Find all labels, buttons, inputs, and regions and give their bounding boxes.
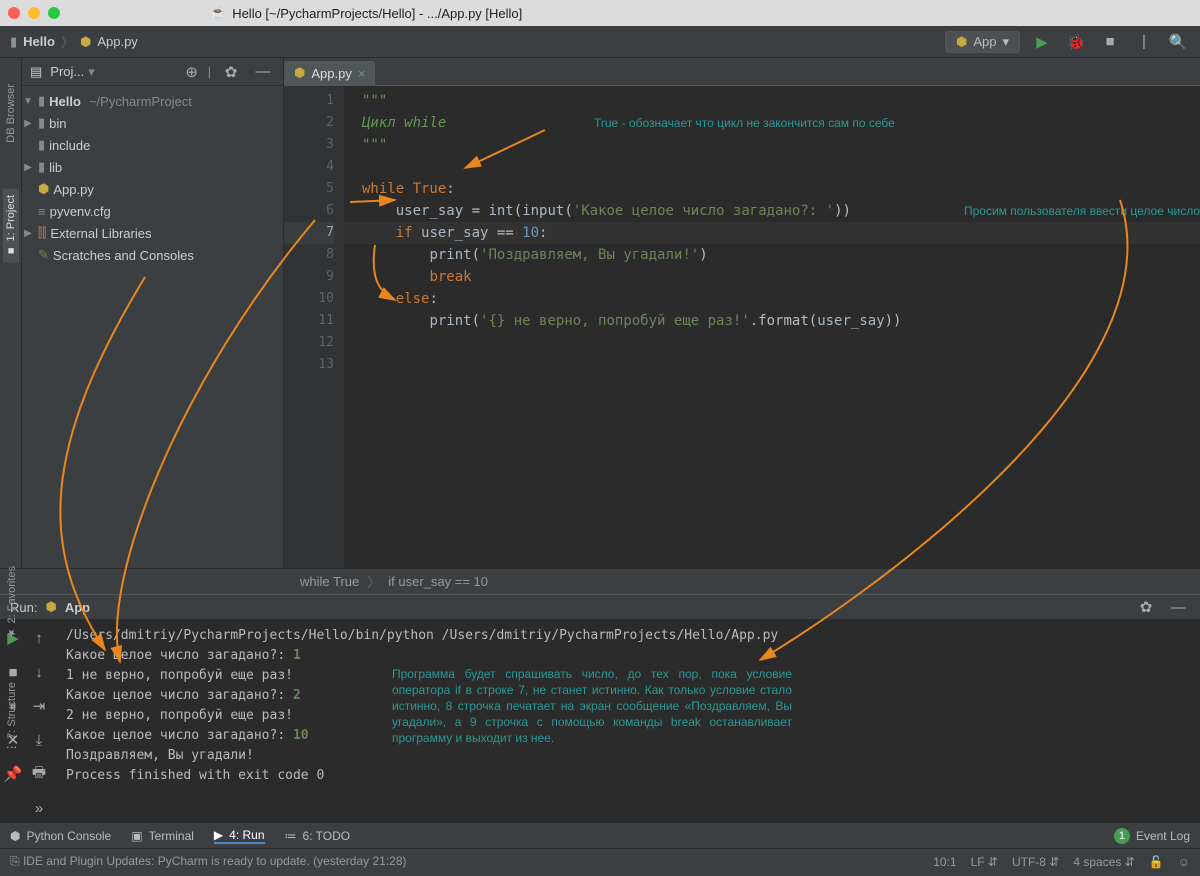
maximize-window[interactable] — [48, 7, 60, 19]
status-icon: ⎘ — [10, 854, 20, 868]
status-bar: ⎘ IDE and Plugin Updates: PyCharm is rea… — [0, 848, 1200, 874]
sidebar-dropdown-chevron[interactable]: ▾ — [88, 64, 95, 80]
terminal-tab[interactable]: ▣Terminal — [131, 829, 194, 843]
console-line: /Users/dmitriy/PycharmProjects/Hello/bin… — [66, 626, 1186, 646]
tab-label: App.py — [311, 66, 351, 81]
tree-file[interactable]: ⬢ App.py — [22, 178, 283, 200]
badge: 1 — [1114, 828, 1130, 844]
python-icon: ⬢ — [956, 34, 967, 50]
tree-scratches[interactable]: ✎ Scratches and Consoles — [22, 244, 283, 266]
window-title: Hello [~/PycharmProjects/Hello] - .../Ap… — [232, 6, 522, 21]
sidebar-title: Proj... — [50, 64, 84, 79]
collapse-icon[interactable]: — — [251, 60, 275, 84]
code-lines[interactable]: """ Цикл while """ while True: user_say … — [344, 86, 1200, 568]
run-button[interactable]: ▶ — [1030, 30, 1054, 54]
breadcrumb[interactable]: ▮ Hello 〉 ⬢ App.py — [10, 32, 138, 51]
event-log-tab[interactable]: 1Event Log — [1114, 828, 1190, 844]
python-console-tab[interactable]: ⬢Python Console — [10, 829, 111, 843]
tree-external[interactable]: ▶⫿⫿ External Libraries — [22, 222, 283, 244]
structure-tab[interactable]: ⋮ 7: Structure — [3, 676, 20, 759]
left-tool-strip: DB Browser ■ 1: Project — [0, 58, 22, 568]
editor-tab[interactable]: ⬢ App.py × — [284, 61, 375, 85]
app-icon: ☕ — [210, 5, 226, 21]
db-browser-tab[interactable]: DB Browser — [3, 78, 19, 149]
console-line: Process finished with exit code 0 — [66, 766, 1186, 786]
wrap-icon[interactable]: ⇥ — [27, 694, 51, 718]
project-sidebar: ▤ Proj... ▾ ⊕ | ✿ — ▼▮ Hello~/PycharmPro… — [22, 58, 284, 568]
search-button[interactable]: 🔍 — [1166, 30, 1190, 54]
tree-folder[interactable]: ▶▮ bin — [22, 112, 283, 134]
debug-button[interactable]: 🐞 — [1064, 30, 1088, 54]
console-line: Поздравляем, Вы угадали! — [66, 746, 1186, 766]
gear-icon[interactable]: ✿ — [1134, 595, 1158, 619]
tree-folder[interactable]: ▶▮ lib — [22, 156, 283, 178]
console-output[interactable]: /Users/dmitriy/PycharmProjects/Hello/bin… — [52, 620, 1200, 826]
title-bar: ☕ Hello [~/PycharmProjects/Hello] - .../… — [0, 0, 1200, 26]
down-icon[interactable]: ↓ — [27, 660, 51, 684]
code-breadcrumb[interactable]: while True 〉 if user_say == 10 — [0, 568, 1200, 594]
close-tab-icon[interactable]: × — [358, 66, 366, 81]
crumb-item[interactable]: if user_say == 10 — [388, 574, 488, 589]
tree-file[interactable]: ≡ pyvenv.cfg — [22, 200, 283, 222]
python-icon: ⬢ — [45, 599, 56, 615]
console-line: Какое целое число загадано?: 1 — [66, 646, 1186, 666]
run-config-label: App — [65, 600, 90, 615]
pin-icon[interactable]: 📌 — [1, 762, 25, 786]
line-separator[interactable]: LF ⇵ — [971, 855, 998, 869]
status-message[interactable]: IDE and Plugin Updates: PyCharm is ready… — [23, 854, 407, 868]
up-icon[interactable]: ↑ — [27, 626, 51, 650]
run-tool-window: Run: ⬢ App ✿ — ▶ ■ ⏸ ✕ 📌 ↑ ↓ ⇥ — [0, 594, 1200, 822]
todo-tab[interactable]: ≔6: TODO — [285, 829, 351, 843]
project-tab[interactable]: ■ 1: Project — [3, 189, 19, 263]
annotation: Просим пользователя ввести целое число — [964, 200, 1200, 222]
annotation: True - обозначает что цикл не закончится… — [594, 112, 895, 134]
gear-icon[interactable]: ✿ — [219, 60, 243, 84]
encoding[interactable]: UTF-8 ⇵ — [1012, 855, 1059, 869]
navigation-bar: ▮ Hello 〉 ⬢ App.py ⬢ App ▾ ▶ 🐞 ■ | 🔍 — [0, 26, 1200, 58]
run-tab[interactable]: ▶4: Run — [214, 828, 265, 844]
python-icon: ⬢ — [294, 65, 305, 81]
minimize-window[interactable] — [28, 7, 40, 19]
breadcrumb-separator: 〉 — [61, 32, 74, 51]
tree-folder[interactable]: ▮ include — [22, 134, 283, 156]
play-icon: ▶ — [214, 828, 223, 842]
stop-button[interactable]: ■ — [1098, 30, 1122, 54]
divider: | — [1132, 30, 1156, 54]
python-icon: ⬢ — [10, 829, 20, 843]
terminal-icon: ▣ — [131, 829, 142, 843]
cursor-position[interactable]: 10:1 — [933, 855, 956, 869]
sidebar-dropdown-icon[interactable]: ▤ — [30, 64, 42, 80]
window-controls[interactable] — [8, 7, 60, 19]
more-icon[interactable]: » — [27, 796, 51, 820]
print-icon[interactable]: 🖶 — [27, 762, 51, 786]
python-icon: ⬢ — [80, 34, 91, 50]
run-config-name: App — [973, 34, 996, 49]
indent[interactable]: 4 spaces ⇵ — [1073, 855, 1134, 869]
favorites-tab[interactable]: ★ 2: Favorites — [3, 560, 20, 646]
run-configuration[interactable]: ⬢ App ▾ — [945, 31, 1020, 53]
crumb-item[interactable]: while True — [300, 574, 359, 589]
close-window[interactable] — [8, 7, 20, 19]
line-gutter[interactable]: 12345678910111213 — [284, 86, 344, 568]
hide-icon[interactable]: — — [1166, 595, 1190, 619]
project-tree[interactable]: ▼▮ Hello~/PycharmProject ▶▮ bin ▮ includ… — [22, 86, 283, 270]
tree-root[interactable]: ▼▮ Hello~/PycharmProject — [22, 90, 283, 112]
breadcrumb-file[interactable]: App.py — [97, 34, 137, 49]
hector-icon[interactable]: ☺ — [1178, 855, 1190, 869]
list-icon: ≔ — [285, 829, 297, 843]
lock-icon[interactable]: 🔓 — [1149, 855, 1164, 869]
folder-icon: ▮ — [10, 34, 17, 50]
editor: ⬢ App.py × 12345678910111213 """ Цикл wh… — [284, 58, 1200, 568]
locate-icon[interactable]: ⊕ — [180, 60, 204, 84]
breadcrumb-project[interactable]: Hello — [23, 34, 55, 49]
options-divider: | — [208, 64, 211, 79]
scroll-icon[interactable]: ⤓ — [27, 728, 51, 752]
chevron-down-icon: ▾ — [1002, 34, 1009, 50]
annotation: Программа будет спрашивать число, до тех… — [392, 666, 792, 746]
